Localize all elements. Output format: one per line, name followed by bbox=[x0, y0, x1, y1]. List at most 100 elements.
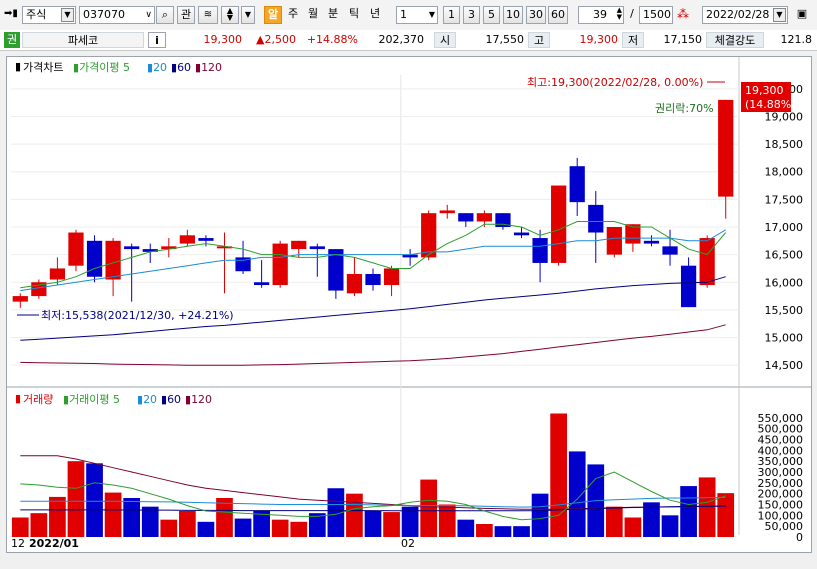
volume-legend-ma120: ▮120 bbox=[185, 393, 212, 406]
price-ma5-label: 5 bbox=[123, 61, 130, 74]
tab-week[interactable]: 주 bbox=[285, 6, 301, 24]
volume-bar bbox=[494, 526, 512, 537]
candle-body bbox=[68, 232, 84, 266]
volume-ma120-label: 120 bbox=[191, 393, 212, 406]
candle-body bbox=[699, 238, 715, 286]
volume-bar bbox=[11, 517, 29, 537]
stock-name[interactable]: 파세코 bbox=[22, 32, 144, 48]
quote-bar: 권 파세코 i 19,300 ▲2,500 +14.88% 202,370 시 … bbox=[0, 30, 817, 51]
candle-body bbox=[532, 238, 548, 263]
volume-bar bbox=[568, 451, 586, 537]
candle-body bbox=[439, 210, 455, 214]
screen-switch-icon[interactable]: ➡▮ bbox=[4, 6, 18, 24]
price-legend-ma20: ▮20 bbox=[147, 61, 167, 74]
volume-bar bbox=[680, 486, 697, 537]
volume-legend-title: 거래량 bbox=[23, 393, 53, 406]
info-button[interactable]: i bbox=[148, 32, 166, 48]
interval-3-button[interactable]: 3 bbox=[463, 6, 480, 24]
open-label: 시 bbox=[434, 32, 456, 48]
price-ma120-label: 120 bbox=[201, 61, 222, 74]
chevron-down-icon[interactable]: ▼ bbox=[61, 8, 74, 22]
candle-body bbox=[421, 213, 437, 258]
price-tick-label: 16,000 bbox=[765, 276, 804, 289]
candle-body bbox=[291, 240, 307, 250]
candle-body bbox=[680, 265, 697, 308]
tab-year[interactable]: 년 bbox=[367, 6, 383, 24]
chevron-down-icon[interactable]: ∨ bbox=[145, 7, 152, 23]
candle-body bbox=[198, 238, 214, 241]
price-tick-label: 16,500 bbox=[765, 249, 804, 262]
chevron-down-icon[interactable]: ▼ bbox=[429, 7, 435, 23]
volume-bar bbox=[179, 511, 196, 537]
layers-icon[interactable]: ≋ bbox=[198, 6, 218, 24]
volume-bar bbox=[290, 521, 308, 537]
candle-body bbox=[105, 240, 121, 280]
interval-10-button[interactable]: 10 bbox=[503, 6, 523, 24]
volume-bar bbox=[383, 512, 400, 537]
current-price: 19,300 bbox=[203, 33, 243, 46]
volume-bar bbox=[123, 498, 141, 537]
chevron-down-icon[interactable]: ▼ bbox=[773, 8, 786, 22]
volume-legend-ma60: ▮60 bbox=[161, 393, 181, 406]
alert-button[interactable]: 알 bbox=[264, 6, 282, 24]
high-annotation: 최고:19,300(2022/02/28, 0.00%) bbox=[527, 76, 703, 89]
candle-body bbox=[643, 240, 660, 244]
price-ma60-label: 60 bbox=[177, 61, 191, 74]
interval-30-button[interactable]: 30 bbox=[526, 6, 546, 24]
price-tick-label: 19,000 bbox=[765, 110, 804, 123]
change-rate: +14.88% bbox=[306, 33, 358, 46]
chart-canvas[interactable]: 14,500 15,000 15,500 16,000 16,500 17,000 17,5… bbox=[7, 57, 811, 552]
candle-body bbox=[254, 282, 270, 286]
tab-month[interactable]: 월 bbox=[305, 6, 321, 24]
candle-body bbox=[365, 273, 381, 286]
volume-bar bbox=[49, 496, 66, 537]
code-input[interactable]: 037070 ∨ bbox=[79, 6, 155, 24]
grid-settings-icon[interactable]: ⁂ bbox=[674, 6, 692, 24]
count-input[interactable]: 39 ▲ ▼ bbox=[578, 6, 624, 24]
interval-select[interactable]: 1 ▼ bbox=[396, 6, 438, 24]
candle-body bbox=[383, 268, 400, 286]
tab-minute[interactable]: 분 bbox=[325, 6, 341, 24]
candle-body bbox=[588, 204, 604, 233]
volume-ma20-label: 20 bbox=[143, 393, 157, 406]
volume-bar bbox=[67, 461, 85, 537]
price-legend-ma60: ▮60 bbox=[171, 61, 191, 74]
strength-value: 121.8 bbox=[780, 33, 813, 46]
price-tick-label: 17,500 bbox=[765, 193, 804, 206]
high-price: 19,300 bbox=[579, 33, 619, 46]
date-select[interactable]: 2022/02/28 ▼ bbox=[702, 6, 788, 24]
volume-bar bbox=[364, 511, 382, 537]
candle-body bbox=[606, 227, 622, 255]
low-label: 저 bbox=[622, 32, 644, 48]
price-ma20-label: 20 bbox=[153, 61, 167, 74]
price-legend-ma120: ▮120 bbox=[195, 61, 222, 74]
market-tag: 권 bbox=[4, 32, 20, 48]
interval-60-button[interactable]: 60 bbox=[548, 6, 568, 24]
dropdown-icon[interactable]: ▼ bbox=[241, 6, 255, 24]
market-select-value: 주식 bbox=[26, 8, 47, 21]
interval-5-button[interactable]: 5 bbox=[483, 6, 500, 24]
tab-tick[interactable]: 틱 bbox=[346, 6, 362, 24]
search-icon[interactable]: ⌕ bbox=[156, 6, 174, 24]
strength-label: 체결강도 bbox=[706, 32, 764, 48]
count-value: 39 bbox=[593, 8, 607, 21]
spin-icon[interactable]: ▲ ▼ bbox=[617, 7, 622, 21]
interest-button[interactable]: 관 bbox=[177, 6, 195, 24]
volume-bar bbox=[104, 492, 122, 537]
up-down-stepper-icon[interactable]: ▲ ▼ bbox=[221, 6, 239, 24]
volume-ma60-label: 60 bbox=[167, 393, 181, 406]
trade-volume: 202,370 bbox=[378, 33, 425, 46]
candle-body bbox=[513, 232, 530, 236]
price-tick-label: 18,500 bbox=[765, 138, 804, 151]
volume-bar bbox=[438, 504, 456, 537]
market-select[interactable]: 주식 ▼ bbox=[22, 6, 76, 24]
chart-frame[interactable]: 14,500 15,000 15,500 16,000 16,500 17,000 17,5… bbox=[6, 56, 812, 553]
interval-1-button[interactable]: 1 bbox=[443, 6, 460, 24]
low-price: 17,150 bbox=[663, 33, 703, 46]
volume-bar bbox=[661, 515, 679, 537]
high-label: 고 bbox=[528, 32, 550, 48]
window-icon[interactable]: ▣ bbox=[793, 6, 811, 24]
price-change: ▲2,500 bbox=[256, 33, 296, 46]
volume-bar bbox=[624, 517, 642, 537]
candle-body bbox=[718, 99, 734, 197]
